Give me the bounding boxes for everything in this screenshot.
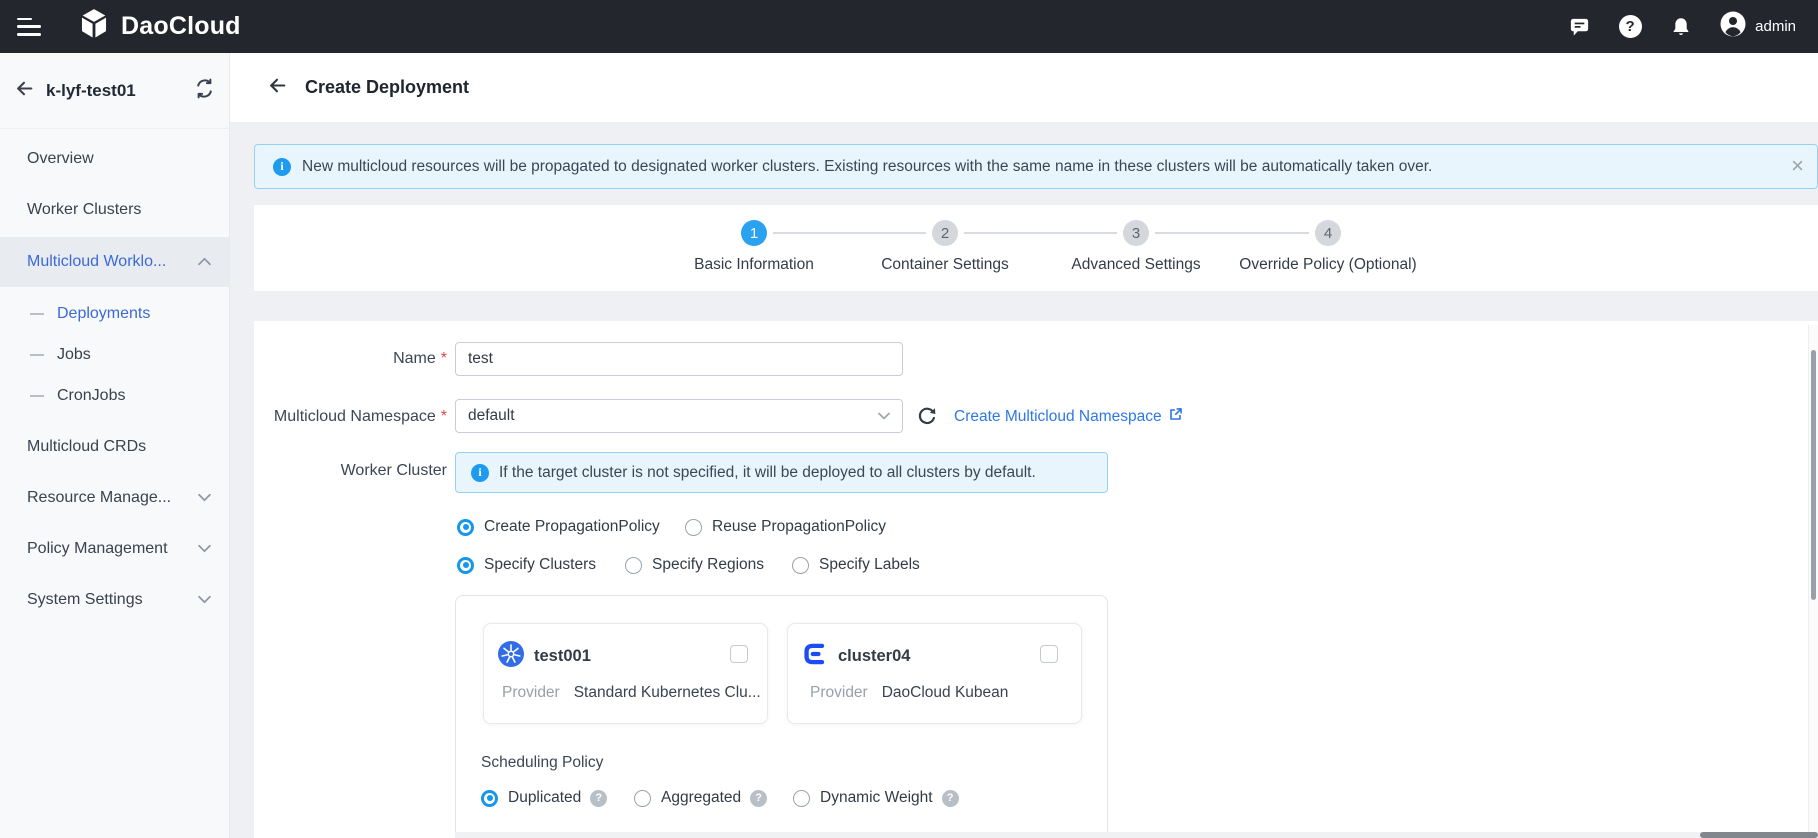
sidebar-item-system-settings[interactable]: System Settings xyxy=(0,574,229,625)
sidebar: k-lyf-test01 Overview Worker Clusters Mu… xyxy=(0,53,230,838)
provider-value: Standard Kubernetes Clu... xyxy=(574,684,761,702)
radio-off-icon xyxy=(634,790,651,807)
chevron-up-icon xyxy=(198,253,211,271)
chevron-down-icon xyxy=(878,407,890,425)
worker-cluster-label: Worker Cluster xyxy=(254,462,447,480)
refresh-icon[interactable] xyxy=(916,405,938,427)
required-asterisk: * xyxy=(441,408,447,425)
name-label: Name* xyxy=(254,350,447,368)
sidebar-item-cronjobs[interactable]: CronJobs xyxy=(0,375,229,416)
step-container-settings[interactable]: 2 Container Settings xyxy=(835,205,1055,291)
dash-icon xyxy=(30,395,44,397)
dash-icon xyxy=(30,313,44,315)
sidebar-item-resource-management[interactable]: Resource Manage... xyxy=(0,472,229,523)
radio-off-icon xyxy=(792,557,809,574)
brand-name: DaoCloud xyxy=(121,12,241,41)
help-tooltip-icon[interactable]: ? xyxy=(750,790,767,807)
sidebar-item-jobs[interactable]: Jobs xyxy=(0,334,229,375)
cluster-card-test001[interactable]: test001 Provider Standard Kubernetes Clu… xyxy=(483,623,768,724)
radio-specify-labels[interactable]: Specify Labels xyxy=(792,554,920,576)
top-bar: DaoCloud ? a xyxy=(0,0,1818,53)
vertical-scrollbar[interactable] xyxy=(1808,325,1818,838)
switch-cluster-icon[interactable] xyxy=(194,78,215,104)
name-input[interactable]: test xyxy=(455,342,903,376)
dash-icon xyxy=(30,354,44,356)
radio-on-icon xyxy=(481,790,498,807)
sidebar-item-multicloud-crds[interactable]: Multicloud CRDs xyxy=(0,421,229,472)
user-menu[interactable]: admin xyxy=(1720,11,1796,42)
provider-value: DaoCloud Kubean xyxy=(882,684,1009,702)
radio-create-propagationpolicy[interactable]: Create PropagationPolicy xyxy=(457,516,660,538)
horizontal-scrollbar-thumb[interactable] xyxy=(1700,832,1818,838)
radio-specify-regions[interactable]: Specify Regions xyxy=(625,554,764,576)
radio-specify-clusters[interactable]: Specify Clusters xyxy=(457,554,596,576)
sidebar-item-multicloud-workloads[interactable]: Multicloud Worklo... xyxy=(0,237,229,287)
step-advanced-settings[interactable]: 3 Advanced Settings xyxy=(1026,205,1246,291)
close-icon[interactable]: × xyxy=(1791,156,1804,176)
wizard-stepper: 1 Basic Information 2 Container Settings… xyxy=(254,205,1818,291)
sidebar-item-overview[interactable]: Overview xyxy=(0,133,229,184)
chevron-down-icon xyxy=(198,489,211,507)
user-name: admin xyxy=(1755,18,1796,35)
menu-icon[interactable] xyxy=(17,18,41,36)
provider-label: Provider xyxy=(502,684,560,702)
help-tooltip-icon[interactable]: ? xyxy=(942,790,959,807)
scheduling-policy-label: Scheduling Policy xyxy=(481,754,603,772)
radio-off-icon xyxy=(685,519,702,536)
content-area: i New multicloud resources will be propa… xyxy=(230,122,1818,838)
horizontal-scrollbar[interactable] xyxy=(455,832,1818,838)
cluster-checkbox[interactable] xyxy=(730,645,748,663)
radio-dynamic-weight[interactable]: Dynamic Weight ? xyxy=(793,787,959,809)
radio-reuse-propagationpolicy[interactable]: Reuse PropagationPolicy xyxy=(685,516,886,538)
main-area: Create Deployment i New multicloud resou… xyxy=(230,53,1818,838)
required-asterisk: * xyxy=(441,350,447,367)
external-link-icon xyxy=(1168,407,1183,427)
basic-information-form: Name* test Multicloud Namespace* default… xyxy=(254,321,1818,838)
step-basic-information[interactable]: 1 Basic Information xyxy=(644,205,864,291)
info-icon: i xyxy=(273,158,291,176)
cluster-name: cluster04 xyxy=(838,647,910,666)
sidebar-item-deployments[interactable]: Deployments xyxy=(0,293,229,334)
namespace-select[interactable]: default xyxy=(455,399,903,433)
avatar-icon xyxy=(1720,11,1746,42)
cluster-name: k-lyf-test01 xyxy=(46,81,194,101)
kubean-icon xyxy=(802,641,828,672)
kubernetes-icon xyxy=(498,641,524,672)
namespace-label: Multicloud Namespace* xyxy=(254,408,447,426)
cluster-card-cluster04[interactable]: cluster04 Provider DaoCloud Kubean xyxy=(787,623,1082,724)
page-header: Create Deployment xyxy=(230,53,1818,122)
create-namespace-link[interactable]: Create Multicloud Namespace xyxy=(954,407,1183,427)
radio-on-icon xyxy=(457,519,474,536)
worker-cluster-alert: i If the target cluster is not specified… xyxy=(455,452,1108,493)
step-override-policy[interactable]: 4 Override Policy (Optional) xyxy=(1218,205,1438,291)
radio-aggregated[interactable]: Aggregated ? xyxy=(634,787,767,809)
bell-icon[interactable] xyxy=(1669,15,1693,39)
chevron-down-icon xyxy=(198,540,211,558)
cluster-selection-panel: test001 Provider Standard Kubernetes Clu… xyxy=(455,595,1108,838)
info-banner: i New multicloud resources will be propa… xyxy=(254,144,1818,189)
back-icon[interactable] xyxy=(14,78,35,104)
back-icon[interactable] xyxy=(267,75,288,101)
sidebar-item-worker-clusters[interactable]: Worker Clusters xyxy=(0,184,229,235)
provider-label: Provider xyxy=(810,684,868,702)
daocloud-logo[interactable]: DaoCloud xyxy=(77,6,241,47)
radio-off-icon xyxy=(793,790,810,807)
cluster-name: test001 xyxy=(534,647,591,666)
daocloud-cube-icon xyxy=(77,6,111,47)
page-title: Create Deployment xyxy=(305,77,469,98)
chevron-down-icon xyxy=(198,591,211,609)
radio-on-icon xyxy=(457,557,474,574)
banner-text: New multicloud resources will be propaga… xyxy=(302,158,1432,176)
radio-off-icon xyxy=(625,557,642,574)
help-icon[interactable]: ? xyxy=(1618,15,1642,39)
vertical-scrollbar-thumb[interactable] xyxy=(1811,350,1816,600)
sidebar-item-policy-management[interactable]: Policy Management xyxy=(0,523,229,574)
sidebar-header: k-lyf-test01 xyxy=(0,53,229,129)
info-icon: i xyxy=(471,464,489,482)
chat-icon[interactable] xyxy=(1567,15,1591,39)
alert-text: If the target cluster is not specified, … xyxy=(499,464,1036,482)
radio-duplicated[interactable]: Duplicated ? xyxy=(481,787,607,809)
help-tooltip-icon[interactable]: ? xyxy=(590,790,607,807)
cluster-checkbox[interactable] xyxy=(1040,645,1058,663)
